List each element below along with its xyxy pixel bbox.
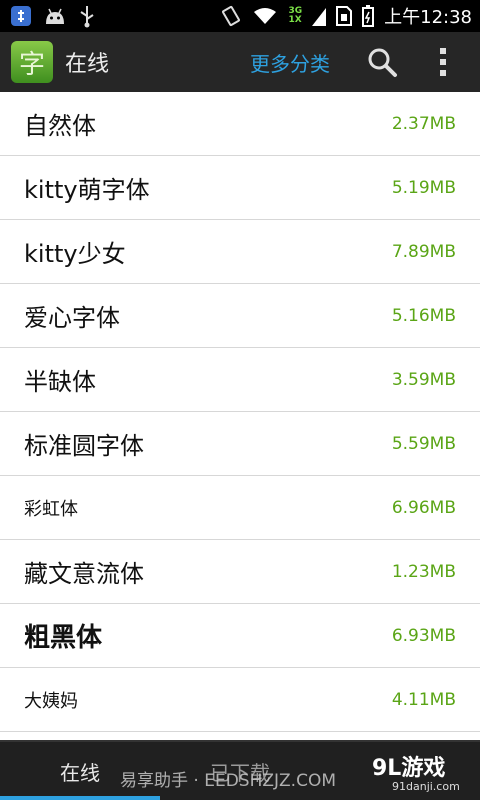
font-size: 5.59MB: [391, 433, 456, 454]
font-name: 粗黑体: [24, 623, 103, 653]
font-name: kitty萌字体: [24, 176, 150, 204]
list-item[interactable]: 粗黑体 6.93MB: [0, 604, 480, 668]
usb-icon: [78, 4, 96, 28]
app-logo-icon[interactable]: 字: [11, 41, 53, 83]
page-title: 在线: [65, 52, 110, 77]
network-type-label: 3G 1X: [288, 7, 302, 25]
watermark-text: 易享助手 · EEDSHZJZ.COM: [120, 771, 336, 791]
search-icon[interactable]: [362, 42, 402, 82]
font-list: 自然体 2.37MB kitty萌字体 5.19MB kitty少女 7.89M…: [0, 92, 480, 740]
watermark-site: 91danji.com: [392, 780, 460, 793]
font-size: 7.89MB: [391, 241, 456, 262]
status-icons: 3G 1X 上午12:38: [220, 3, 480, 29]
usb-debug-icon: [10, 4, 32, 28]
list-item[interactable]: 大姨妈 4.11MB: [0, 668, 480, 732]
sim-icon: [336, 4, 353, 28]
list-item[interactable]: 爱心字体 5.16MB: [0, 284, 480, 348]
font-name: 半缺体: [24, 368, 96, 396]
watermark-brand: 9L游戏: [372, 756, 446, 781]
font-name: 标准圆字体: [24, 432, 144, 460]
list-item[interactable]: kitty萌字体 5.19MB: [0, 156, 480, 220]
status-bar: 3G 1X 上午12:38: [0, 0, 480, 32]
clock: 上午12:38: [384, 7, 472, 28]
font-size: 5.16MB: [391, 305, 456, 326]
list-item[interactable]: 彩虹体 6.96MB: [0, 476, 480, 540]
font-name: 彩虹体: [24, 498, 78, 520]
font-name: 大姨妈: [24, 690, 78, 712]
list-item[interactable]: 自然体 2.37MB: [0, 92, 480, 156]
font-size: 3.59MB: [391, 369, 456, 390]
action-bar: 字 在线 更多分类: [0, 32, 480, 92]
list-item[interactable]: kitty少女 7.89MB: [0, 220, 480, 284]
font-size: 5.19MB: [391, 177, 456, 198]
signal-icon: [312, 4, 327, 28]
wifi-icon: [252, 4, 278, 28]
font-size: 6.96MB: [391, 497, 456, 518]
list-item[interactable]: 标准圆字体 5.59MB: [0, 412, 480, 476]
font-size: 1.23MB: [391, 561, 456, 582]
android-icon: [42, 4, 68, 28]
notification-icons: [0, 4, 96, 28]
overflow-menu-icon[interactable]: [438, 42, 448, 82]
font-size: 4.11MB: [391, 689, 456, 710]
vibrate-icon: [220, 4, 242, 28]
font-name: 爱心字体: [24, 304, 120, 332]
more-categories-button[interactable]: 更多分类: [250, 48, 330, 77]
font-name: kitty少女: [24, 240, 126, 268]
font-name: 自然体: [24, 112, 96, 140]
font-size: 2.37MB: [391, 113, 456, 134]
font-name: 藏文意流体: [24, 560, 144, 588]
list-item[interactable]: 半缺体 3.59MB: [0, 348, 480, 412]
network-type-bottom: 1X: [288, 15, 302, 25]
battery-icon: [362, 4, 375, 28]
font-size: 6.93MB: [391, 625, 456, 646]
list-item[interactable]: 藏文意流体 1.23MB: [0, 540, 480, 604]
